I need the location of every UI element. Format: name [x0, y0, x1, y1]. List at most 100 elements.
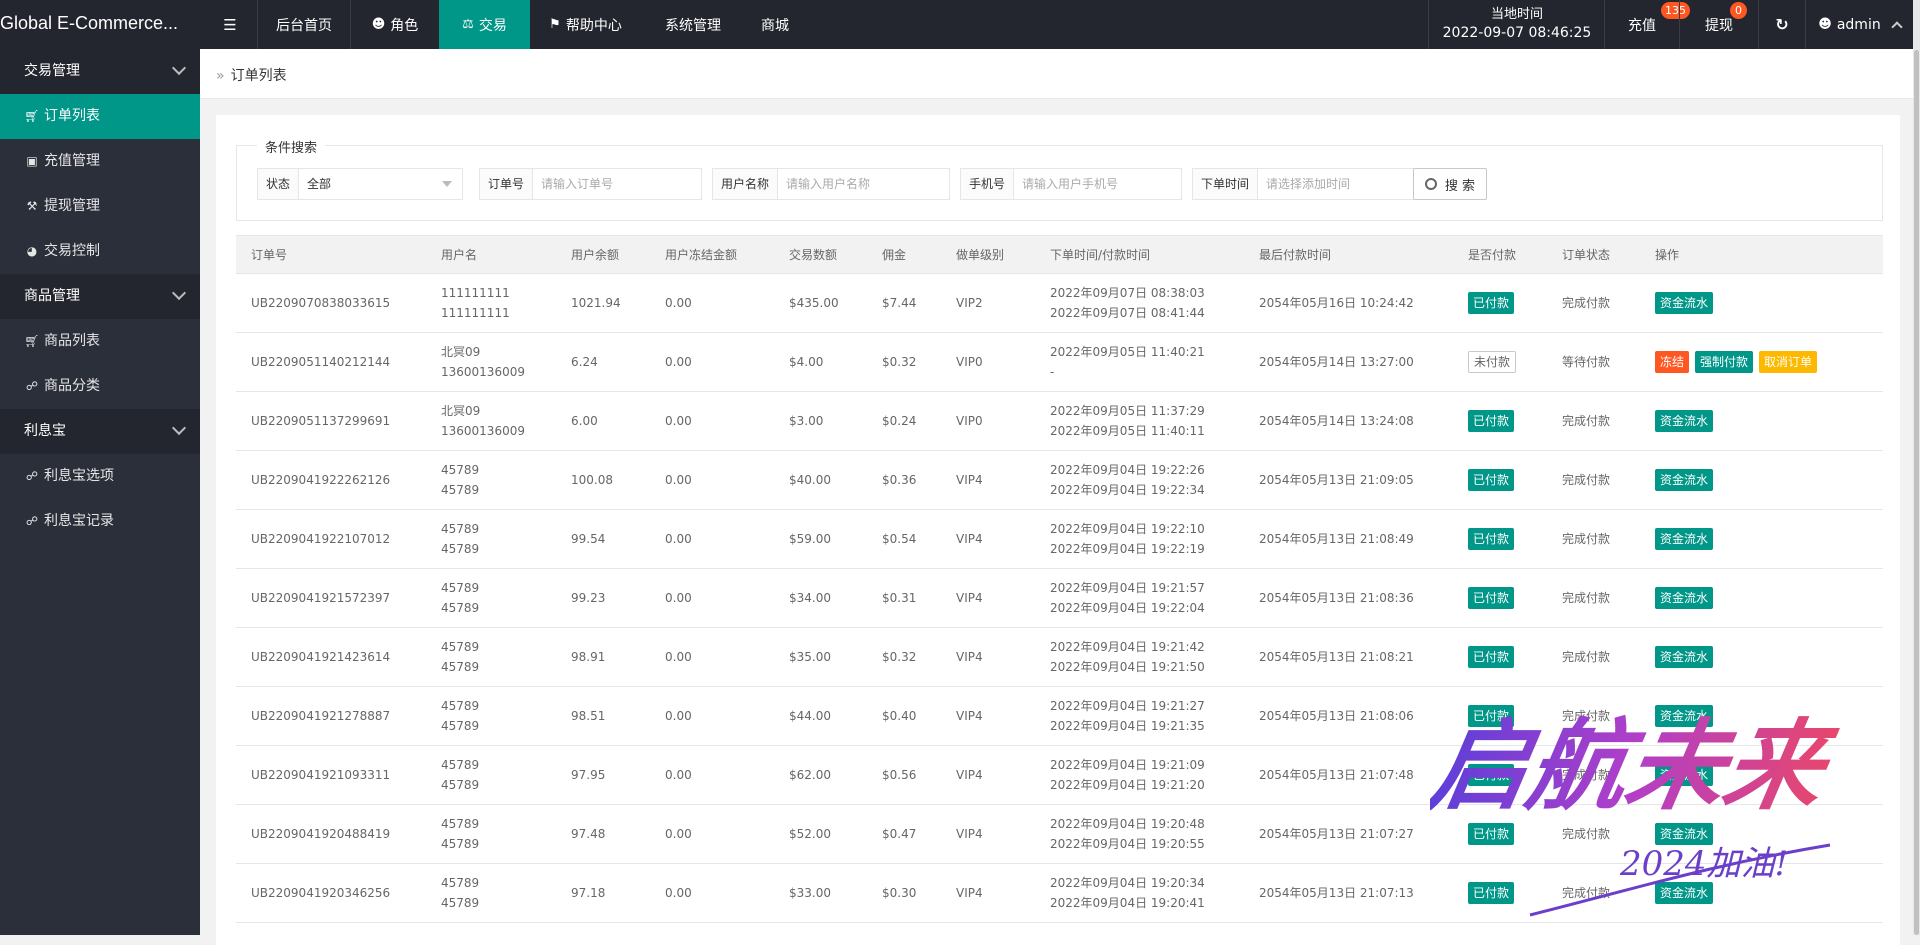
refresh-button[interactable]: ↻: [1759, 0, 1805, 49]
trade-amount: $33.00: [789, 886, 831, 900]
order-time: 2022年09月04日 19:22:10: [1050, 522, 1205, 536]
action-button[interactable]: 资金流水: [1655, 410, 1714, 432]
cell-frozen: 0.00: [650, 627, 774, 687]
search-icon: [1424, 178, 1437, 190]
commission: $0.54: [882, 532, 917, 546]
order-time-input[interactable]: [1258, 169, 1425, 199]
sidebar-item-interest-records[interactable]: ☍ 利息宝记录: [0, 499, 200, 544]
table-body: UB2209070838033615 111111111 111111111 1021…: [236, 273, 1883, 923]
action-button[interactable]: 取消订单: [1759, 351, 1818, 373]
table-row: UB2209041920346256 45789 45789 97.18 0.00 $33…: [236, 863, 1883, 923]
scrollbar-thumb[interactable]: [1914, 50, 1919, 935]
trade-amount: $52.00: [789, 827, 831, 841]
nav-system[interactable]: 系统管理: [641, 0, 745, 49]
user-account: 45789: [441, 542, 480, 556]
sidebar-item-goods-category[interactable]: ☍ 商品分类: [0, 364, 200, 409]
sidebar-item-goods-list[interactable]: 🛒︎ 商品列表: [0, 319, 200, 364]
user-account: 111111111: [441, 306, 510, 320]
action-button[interactable]: 资金流水: [1655, 646, 1714, 668]
commission: $0.36: [882, 473, 917, 487]
action-button[interactable]: 资金流水: [1655, 587, 1714, 609]
commission: $0.47: [882, 827, 917, 841]
sidebar-item-withdraw[interactable]: ⚒ 提现管理: [0, 184, 200, 229]
col-actions: 操作: [1640, 235, 1883, 274]
action-button[interactable]: 资金流水: [1655, 764, 1714, 786]
status-value[interactable]: 全部: [299, 169, 462, 199]
trade-amount: $4.00: [789, 355, 824, 369]
balance: 97.48: [571, 827, 606, 841]
paid-status-badge: 已付款: [1468, 764, 1515, 786]
sidebar-group-interest[interactable]: 利息宝: [0, 409, 200, 454]
status-select[interactable]: 状态 全部: [257, 168, 463, 200]
table-row: UB2209041922262126 45789 45789 100.08 0.00 $4…: [236, 450, 1883, 510]
action-button[interactable]: 资金流水: [1655, 705, 1714, 727]
order-number: UB2209051140212144: [251, 355, 391, 369]
cell-amount: $44.00: [774, 686, 867, 746]
action-button[interactable]: 资金流水: [1655, 469, 1714, 491]
user-icon: ☻: [1818, 17, 1832, 32]
commission: $0.24: [882, 414, 917, 428]
scale-icon: ⚖: [462, 17, 474, 32]
nav-mall-label: 商城: [761, 17, 789, 34]
sidebar-group-trade[interactable]: 交易管理: [0, 49, 200, 94]
link-icon: ☍: [25, 469, 39, 483]
vip-level: VIP4: [956, 827, 983, 841]
order-status: 完成付款: [1562, 768, 1611, 782]
nav-help[interactable]: ⚑ 帮助中心: [530, 0, 641, 49]
cell-actions: 资金流水: [1640, 686, 1883, 746]
balance: 1021.94: [571, 296, 621, 310]
nav-mall[interactable]: 商城: [745, 0, 805, 49]
gauge-icon: ◕: [26, 244, 38, 258]
action-button[interactable]: 资金流水: [1655, 823, 1714, 845]
cell-frozen: 0.00: [650, 686, 774, 746]
cell-username: 北冥09 13600136009: [426, 391, 556, 451]
double-chevron-icon: »: [216, 68, 225, 84]
cell-paid: 已付款: [1453, 686, 1547, 746]
order-time: 2022年09月04日 19:21:27: [1050, 699, 1205, 713]
cell-amount: $33.00: [774, 863, 867, 923]
cell-username: 45789 45789: [426, 686, 556, 746]
caret-down-icon: [442, 181, 452, 187]
order-status: 完成付款: [1562, 473, 1611, 487]
nav-trade[interactable]: ⚖ 交易: [439, 0, 530, 49]
cell-level: VIP4: [941, 627, 1035, 687]
sidebar-item-order-list[interactable]: 🛒︎ 订单列表: [0, 94, 200, 139]
action-button[interactable]: 冻结: [1655, 351, 1690, 373]
main-content: » 订单列表 条件搜索 状态 全部 订单号 用户名称 手机号: [200, 49, 1916, 945]
vip-level: VIP4: [956, 591, 983, 605]
cell-order: UB2209070838033615: [236, 273, 426, 333]
username-input[interactable]: [778, 169, 949, 199]
last-pay-time: 2054年05月13日 21:07:27: [1259, 827, 1414, 841]
cell-commission: $0.32: [867, 332, 941, 392]
username: 45789: [441, 699, 480, 713]
cell-username: 45789 45789: [426, 863, 556, 923]
order-number-input[interactable]: [533, 169, 701, 199]
order-number: UB2209041922107012: [251, 532, 391, 546]
sidebar-item-trade-control[interactable]: ◕ 交易控制: [0, 229, 200, 274]
menu-toggle-button[interactable]: ☰: [208, 0, 252, 49]
order-number: UB2209051137299691: [251, 414, 391, 428]
action-button[interactable]: 资金流水: [1655, 292, 1714, 314]
search-button[interactable]: 搜 索: [1413, 168, 1487, 200]
phone-label: 手机号: [961, 169, 1015, 199]
trade-amount: $62.00: [789, 768, 831, 782]
search-fieldset: 条件搜索 状态 全部 订单号 用户名称 手机号 下单时间: [236, 137, 1883, 221]
sidebar-item-recharge[interactable]: ▣ 充值管理: [0, 139, 200, 184]
nav-role[interactable]: ☻ 角色: [351, 0, 439, 49]
cell-paid: 已付款: [1453, 863, 1547, 923]
nav-home[interactable]: 后台首页: [258, 0, 350, 49]
user-menu[interactable]: ☻ admin: [1806, 0, 1913, 49]
action-button[interactable]: 资金流水: [1655, 528, 1714, 550]
sidebar-item-interest-options[interactable]: ☍ 利息宝选项: [0, 454, 200, 499]
cell-order-time: 2022年09月04日 19:22:10 2022年09月04日 19:22:19: [1035, 509, 1244, 569]
paid-status-badge: 已付款: [1468, 705, 1515, 727]
cell-order: UB2209041922262126: [236, 450, 426, 510]
cell-status: 完成付款: [1547, 391, 1640, 451]
phone-input[interactable]: [1014, 169, 1181, 199]
chevron-down-icon: [171, 60, 187, 76]
action-button[interactable]: 强制付款: [1695, 351, 1754, 373]
action-button[interactable]: 资金流水: [1655, 882, 1714, 904]
frozen-amount: 0.00: [665, 768, 692, 782]
sidebar-group-goods[interactable]: 商品管理: [0, 274, 200, 319]
cell-order: UB2209041922107012: [236, 509, 426, 569]
